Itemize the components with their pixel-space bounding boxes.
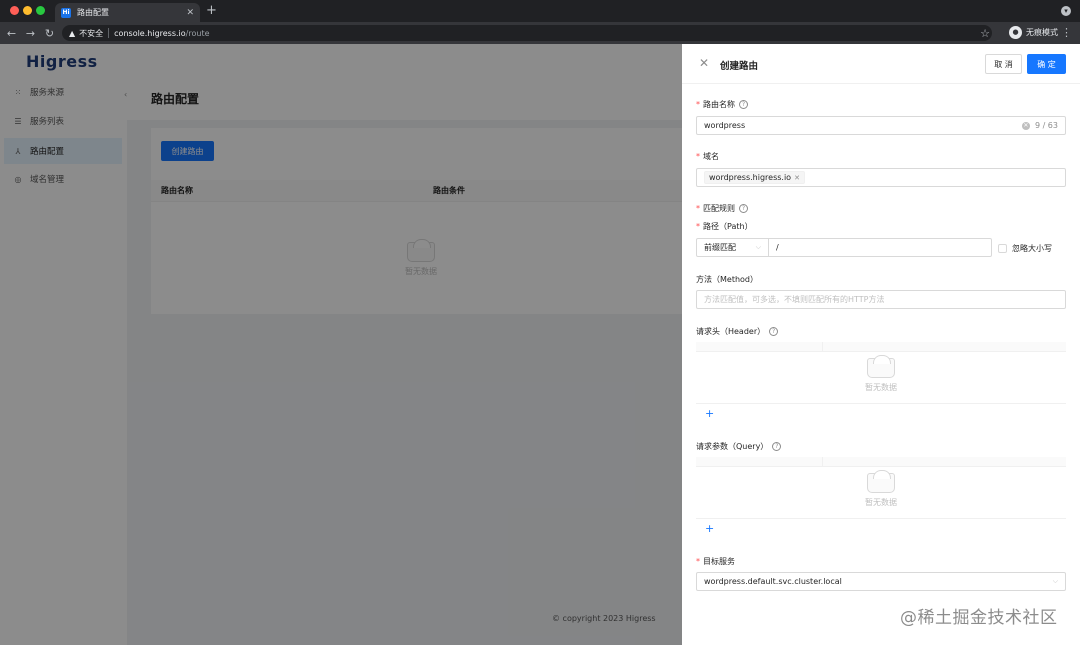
reload-icon[interactable]: ↻ [40,27,59,40]
route-name-counter: ✕ 9 / 63 [1021,121,1058,130]
target-service-value: wordpress.default.svc.cluster.local [704,577,842,586]
required-mark: * [696,204,700,213]
browser-tab[interactable]: Hi 路由配置 ✕ [55,3,200,22]
domain-tag-text: wordpress.higress.io [709,173,792,182]
address-bar[interactable]: ▲ 不安全 console.higress.io/route [62,25,992,41]
ignore-case-label: 忽略大小写 [1012,244,1052,253]
target-service-label-text: 目标服务 [703,557,735,566]
header-label: 请求头（Header） ? [696,326,779,337]
window-minimize-button[interactable] [23,6,32,15]
empty-inbox-icon [867,355,895,378]
empty-inbox-icon [867,470,895,493]
security-label: 不安全 [79,28,104,38]
method-placeholder: 方法匹配值，可多选，不填则匹配所有的HTTP方法 [704,295,885,304]
bookmark-star-icon[interactable]: ☆ [980,27,990,40]
warning-icon: ▲ [69,28,76,38]
drawer-header: ✕ 创建路由 取 消 确 定 [682,44,1080,84]
window-close-button[interactable] [10,6,19,15]
route-name-label: * 路由名称 ? [696,99,748,110]
required-mark: * [696,222,700,231]
required-mark: * [696,557,700,566]
watermark: @稀土掘金技术社区 [900,608,1058,628]
path-value: / [776,243,779,252]
required-mark: * [696,100,700,109]
method-label: 方法（Method） [696,274,758,285]
back-icon[interactable]: ← [2,27,21,40]
create-route-drawer: ✕ 创建路由 取 消 确 定 * 路由名称 ? wordpress ✕ 9 / … [682,44,1080,645]
match-type-value: 前缀匹配 [704,243,736,252]
route-name-label-text: 路由名称 [703,100,735,109]
domain-select[interactable]: wordpress.higress.io ✕ [696,168,1066,187]
url-host: console.higress.io [114,28,186,38]
browser-tab-bar: Hi 路由配置 ✕ + ▾ [0,0,1080,22]
drawer-mask[interactable] [0,44,682,645]
cancel-button[interactable]: 取 消 [985,54,1022,74]
incognito-indicator[interactable]: ● 无痕模式 [1009,26,1058,39]
window-zoom-button[interactable] [36,6,45,15]
browser-toolbar: ← → ↻ ▲ 不安全 console.higress.io/route [0,22,1080,44]
tab-search-icon[interactable]: ▾ [1061,6,1071,16]
question-circle-icon[interactable]: ? [772,442,782,451]
empty-text: 暂无数据 [865,498,897,507]
path-match-type-select[interactable]: 前缀匹配 ⌵ [696,238,769,257]
query-table: 暂无数据 [696,457,1066,519]
header-table-head [696,342,1066,352]
url-path: /route [185,28,210,38]
add-query-button[interactable]: + [705,522,714,535]
tag-close-icon[interactable]: ✕ [794,174,800,182]
route-name-value: wordpress [704,121,746,130]
tab-close-icon[interactable]: ✕ [186,8,194,18]
question-circle-icon[interactable]: ? [769,327,779,336]
char-counter: 9 / 63 [1034,121,1058,130]
clear-icon[interactable]: ✕ [1021,121,1030,130]
drawer-title: 创建路由 [720,61,759,72]
chevron-down-icon: ⌵ [1052,577,1058,585]
browser-menu-icon[interactable]: ⋮ [1061,26,1072,39]
path-input[interactable]: / [769,238,992,257]
question-circle-icon[interactable]: ? [739,100,748,109]
header-label-text: 请求头（Header） [696,327,766,336]
domain-label-text: 域名 [703,152,719,161]
path-label: * 路径（Path） [696,221,753,232]
url-separator [108,28,110,38]
add-header-button[interactable]: + [705,407,714,420]
higress-favicon-icon: Hi [61,7,71,18]
ignore-case-checkbox[interactable]: 忽略大小写 [998,243,1052,254]
chevron-down-icon: ⌵ [755,243,761,251]
path-label-text: 路径（Path） [703,222,753,231]
empty-text: 暂无数据 [865,383,897,392]
header-table: 暂无数据 [696,342,1066,404]
target-service-select[interactable]: wordpress.default.svc.cluster.local ⌵ [696,572,1066,591]
tab-title: 路由配置 [77,8,109,17]
method-label-text: 方法（Method） [696,275,759,284]
incognito-label: 无痕模式 [1026,28,1058,37]
query-table-head [696,457,1066,467]
forward-icon[interactable]: → [21,27,40,40]
match-rule-label: * 匹配规则 ? [696,203,748,214]
domain-tag: wordpress.higress.io ✕ [704,171,805,184]
question-circle-icon[interactable]: ? [739,204,748,213]
header-empty-state: 暂无数据 [696,355,1066,393]
incognito-icon: ● [1009,26,1022,39]
match-rule-label-text: 匹配规则 [703,204,735,213]
new-tab-icon[interactable]: + [206,3,217,18]
required-mark: * [696,152,700,161]
query-label-text: 请求参数（Query） [696,442,769,451]
close-icon[interactable]: ✕ [699,56,709,70]
confirm-button[interactable]: 确 定 [1027,54,1066,74]
checkbox[interactable] [998,244,1007,253]
domain-label: * 域名 [696,151,719,162]
method-select[interactable]: 方法匹配值，可多选，不填则匹配所有的HTTP方法 [696,290,1066,309]
route-name-input[interactable]: wordpress ✕ 9 / 63 [696,116,1066,135]
target-service-label: * 目标服务 [696,556,735,567]
query-label: 请求参数（Query） ? [696,441,782,452]
query-empty-state: 暂无数据 [696,470,1066,508]
